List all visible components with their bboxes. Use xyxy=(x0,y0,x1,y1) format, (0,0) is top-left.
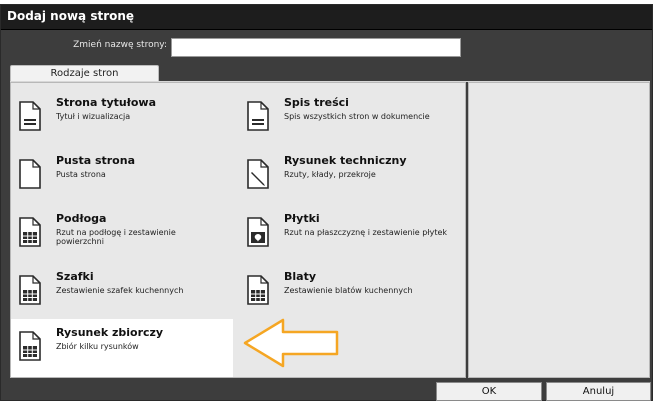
page-type-title: Strona tytułowa xyxy=(56,96,156,109)
left-arrow-icon xyxy=(243,318,339,368)
dialog-titlebar: Dodaj nową stronę xyxy=(1,5,652,30)
page-type-title: Podłoga xyxy=(56,212,107,225)
dialog-title: Dodaj nową stronę xyxy=(7,9,135,23)
preview-panel xyxy=(468,82,650,378)
page-type-blank-page[interactable]: Pusta strona Pusta strona xyxy=(11,147,233,203)
page-type-table-of-contents[interactable]: Spis treści Spis wszystkich stron w doku… xyxy=(239,89,461,145)
grid-document-icon xyxy=(247,275,269,305)
tile-document-icon xyxy=(247,217,269,247)
page-type-cabinets[interactable]: Szafki Zestawienie szafek kuchennych xyxy=(11,263,233,319)
page-type-desc: Rzut na podłogę i zestawienie powierzchn… xyxy=(56,228,176,246)
page-type-title: Szafki xyxy=(56,270,94,283)
page-type-desc: Zestawienie szafek kuchennych xyxy=(56,286,184,295)
grid-document-icon xyxy=(19,217,41,247)
page-type-desc: Tytuł i wizualizacja xyxy=(56,112,131,121)
page-type-title: Rysunek techniczny xyxy=(284,154,407,167)
page-type-title: Spis treści xyxy=(284,96,349,109)
page-type-desc: Rzuty, kłady, przekroje xyxy=(284,170,376,179)
rename-row: Zmień nazwę strony: xyxy=(1,31,652,61)
page-type-title: Rysunek zbiorczy xyxy=(56,326,164,339)
page-type-countertops[interactable]: Blaty Zestawienie blatów kuchennych xyxy=(239,263,461,319)
document-blank-icon xyxy=(19,159,41,189)
grid-document-icon xyxy=(19,331,41,361)
page-type-title-page[interactable]: Strona tytułowa Tytuł i wizualizacja xyxy=(11,89,233,145)
pencil-document-icon xyxy=(247,159,269,189)
page-type-title: Blaty xyxy=(284,270,317,283)
page-type-tiles[interactable]: Płytki Rzut na płaszczyznę i zestawienie… xyxy=(239,205,461,261)
add-page-dialog: Dodaj nową stronę Zmień nazwę strony: Ro… xyxy=(0,4,653,401)
page-types-panel: Strona tytułowa Tytuł i wizualizacja Spi… xyxy=(10,82,466,378)
page-type-title: Płytki xyxy=(284,212,320,225)
dialog-button-bar: OK Anuluj xyxy=(1,379,652,401)
page-type-technical-drawing[interactable]: Rysunek techniczny Rzuty, kłady, przekro… xyxy=(239,147,461,203)
ok-button[interactable]: OK xyxy=(436,382,542,401)
page-type-floor[interactable]: Podłoga Rzut na podłogę i zestawienie po… xyxy=(11,205,233,261)
rename-label: Zmień nazwę strony: xyxy=(73,40,167,50)
document-lines-icon xyxy=(247,101,269,131)
grid-document-icon xyxy=(19,275,41,305)
page-name-input[interactable] xyxy=(171,38,461,57)
page-type-desc: Zbiór kilku rysunków xyxy=(56,342,139,351)
page-type-desc: Rzut na płaszczyznę i zestawienie płytek xyxy=(284,228,448,237)
page-type-title: Pusta strona xyxy=(56,154,135,167)
tab-page-types[interactable]: Rodzaje stron xyxy=(10,65,159,81)
document-lines-icon xyxy=(19,101,41,131)
page-type-desc: Pusta strona xyxy=(56,170,106,179)
page-type-composite-drawing[interactable]: Rysunek zbiorczy Zbiór kilku rysunków xyxy=(11,319,233,377)
page-type-desc: Spis wszystkich stron w dokumencie xyxy=(284,112,430,121)
cancel-button[interactable]: Anuluj xyxy=(546,382,651,401)
page-type-desc: Zestawienie blatów kuchennych xyxy=(284,286,413,295)
